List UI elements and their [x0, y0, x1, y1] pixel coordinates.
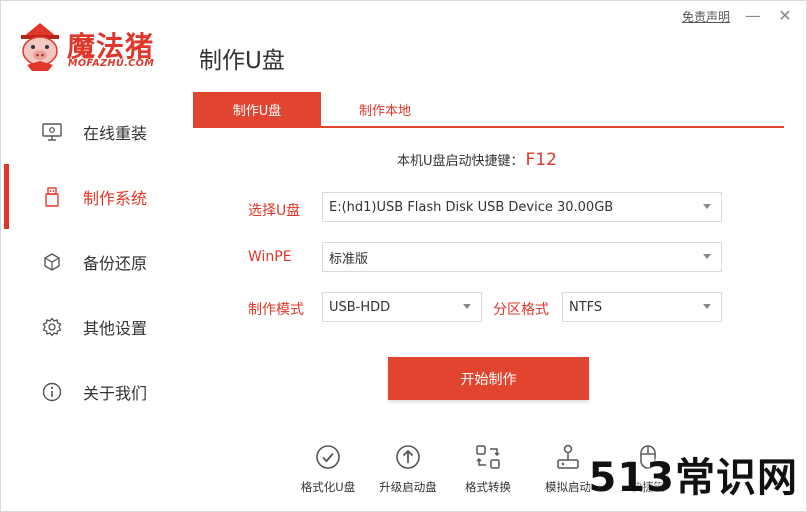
upload-circle-icon	[394, 443, 422, 471]
mode-select-value: USB-HDD	[329, 299, 391, 315]
tab-make-usb[interactable]: 制作U盘	[193, 92, 321, 126]
partition-label: 分区格式	[493, 302, 549, 318]
hotkey-key: F12	[525, 150, 557, 170]
usb-select[interactable]: E:(hd1)USB Flash Disk USB Device 30.00GB	[322, 192, 722, 222]
tool-label: 格式化U盘	[300, 480, 356, 494]
info-icon	[41, 381, 63, 403]
sidebar-item-label: 备份还原	[83, 253, 148, 273]
logo-subtitle: MOFAZHU.COM	[68, 58, 155, 69]
chevron-down-icon	[703, 204, 711, 209]
window-controls: 免责声明 — ✕	[682, 7, 794, 25]
sidebar-item-online-reinstall[interactable]: 在线重装	[1, 99, 181, 164]
tab-bar: 制作U盘 制作本地	[193, 92, 784, 128]
sidebar-item-label: 关于我们	[83, 383, 148, 403]
usb-drive-icon	[41, 186, 63, 208]
winpe-label: WinPE	[248, 249, 292, 265]
partition-select-value: NTFS	[569, 299, 603, 315]
chevron-down-icon	[703, 254, 711, 259]
watermark: 513常识网	[588, 455, 798, 501]
sidebar: 在线重装 制作系统 备份还原 其他设置 关于我们	[1, 99, 181, 424]
upgrade-boot-disk-button[interactable]: 升级启动盘	[368, 443, 448, 495]
hotkey-info: 本机U盘启动快捷键： F12	[397, 150, 557, 170]
mode-select[interactable]: USB-HDD	[322, 292, 482, 322]
sidebar-item-backup-restore[interactable]: 备份还原	[1, 229, 181, 294]
app-window: 魔法猪 MOFAZHU.COM 制作U盘 免责声明 — ✕ 在线重装 制作系统 …	[0, 0, 807, 512]
tool-label: 模拟启动	[545, 480, 591, 494]
sidebar-item-label: 制作系统	[83, 188, 148, 208]
format-usb-button[interactable]: 格式化U盘	[288, 443, 368, 495]
minimize-button[interactable]: —	[744, 7, 762, 25]
tab-make-local[interactable]: 制作本地	[321, 92, 449, 126]
format-convert-button[interactable]: 格式转换	[448, 443, 528, 495]
close-button[interactable]: ✕	[776, 7, 794, 25]
usb-select-value: E:(hd1)USB Flash Disk USB Device 30.00GB	[329, 199, 614, 215]
winpe-select[interactable]: 标准版	[322, 242, 722, 272]
logo: 魔法猪 MOFAZHU.COM	[15, 21, 180, 73]
sidebar-item-about-us[interactable]: 关于我们	[1, 359, 181, 424]
start-make-button[interactable]: 开始制作	[388, 357, 589, 400]
monitor-icon	[41, 121, 63, 143]
chevron-down-icon	[703, 304, 711, 309]
partition-select[interactable]: NTFS	[562, 292, 722, 322]
sidebar-item-label: 其他设置	[83, 318, 148, 338]
hotkey-text: 本机U盘启动快捷键：	[397, 154, 524, 169]
disclaimer-link[interactable]: 免责声明	[682, 8, 730, 25]
check-circle-icon	[314, 443, 342, 471]
sidebar-item-label: 在线重装	[83, 123, 148, 143]
page-title: 制作U盘	[199, 48, 285, 74]
gear-icon	[41, 316, 63, 338]
pig-mascot-icon	[21, 23, 59, 71]
sidebar-item-other-settings[interactable]: 其他设置	[1, 294, 181, 359]
convert-icon	[474, 443, 502, 471]
joystick-icon	[554, 443, 582, 471]
chevron-down-icon	[463, 304, 471, 309]
usb-select-label: 选择U盘	[248, 203, 301, 219]
tool-label: 升级启动盘	[379, 480, 437, 494]
mode-label: 制作模式	[248, 302, 304, 318]
cube-icon	[41, 251, 63, 273]
tool-label: 格式转换	[465, 480, 511, 494]
winpe-select-value: 标准版	[329, 251, 369, 267]
sidebar-item-make-system[interactable]: 制作系统	[1, 164, 181, 229]
